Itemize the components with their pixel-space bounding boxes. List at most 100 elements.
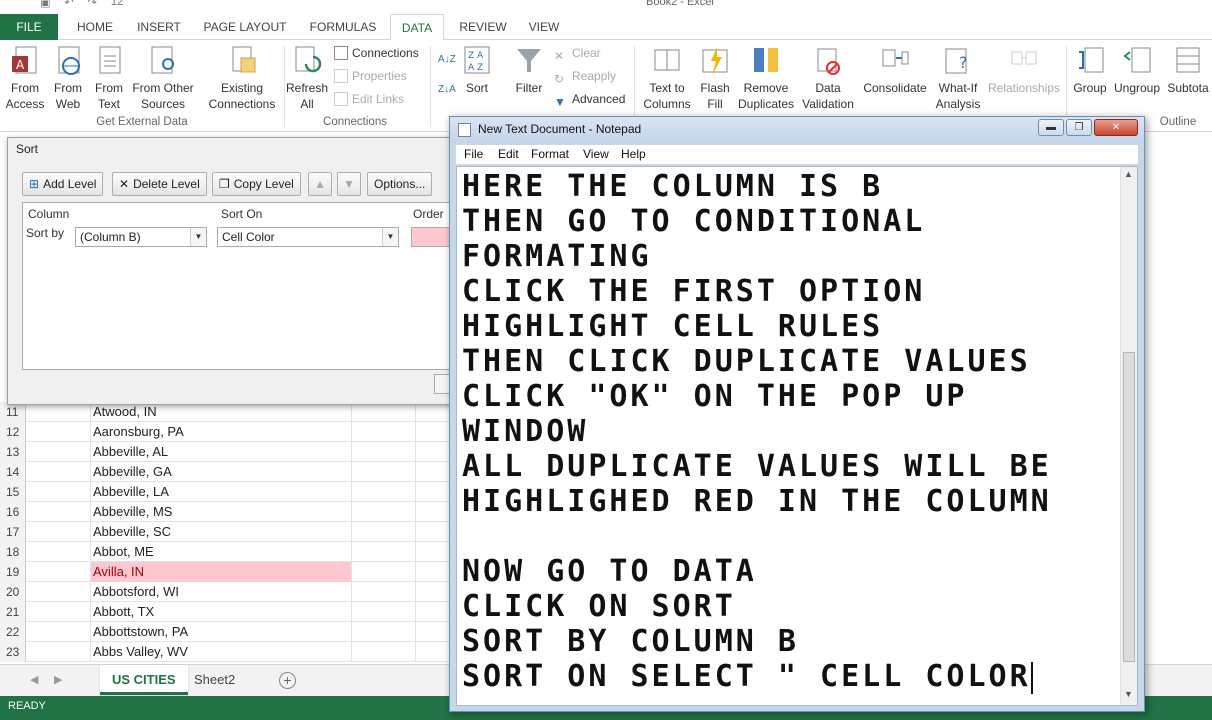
data-validation-button[interactable]: Data Validation (798, 44, 858, 112)
row-number[interactable]: 16 (0, 502, 26, 522)
cell-c[interactable] (352, 462, 416, 482)
cell-city[interactable]: Abbeville, MS (90, 502, 352, 522)
copy-level-button[interactable]: ❐ Copy Level (212, 172, 301, 196)
menu-format[interactable]: Format (531, 147, 569, 161)
notepad-text-area[interactable]: HERE THE COLUMN IS B THEN GO TO CONDITIO… (456, 166, 1138, 706)
cell-c[interactable] (352, 542, 416, 562)
font-size-box[interactable]: 12 (111, 0, 123, 9)
cell-c[interactable] (352, 482, 416, 502)
cell-city[interactable]: Abbeville, LA (90, 482, 352, 502)
cell-a[interactable] (26, 502, 90, 522)
cell-c[interactable] (352, 622, 416, 642)
clear-button[interactable]: ✕ Clear (554, 43, 601, 63)
row-number[interactable]: 23 (0, 642, 26, 662)
cell-a[interactable] (26, 602, 90, 622)
edit-links-button[interactable]: Edit Links (334, 89, 404, 109)
refresh-all-button[interactable]: Refresh All (286, 44, 328, 112)
row-number[interactable]: 15 (0, 482, 26, 502)
row-number[interactable]: 11 (0, 402, 26, 422)
properties-button[interactable]: Properties (334, 66, 407, 86)
ungroup-button[interactable]: Ungroup (1112, 44, 1162, 96)
redo-icon[interactable]: ↷ (88, 0, 97, 9)
relationships-button[interactable]: Relationships (988, 44, 1060, 96)
add-sheet-icon[interactable]: + (279, 672, 296, 689)
cell-a[interactable] (26, 402, 90, 422)
menu-help[interactable]: Help (621, 147, 646, 161)
row-number[interactable]: 14 (0, 462, 26, 482)
sort-za-icon[interactable]: Z↓A (438, 80, 456, 100)
scrollbar-thumb[interactable] (1123, 352, 1135, 662)
cell-c[interactable] (352, 442, 416, 462)
row-number[interactable]: 20 (0, 582, 26, 602)
minimize-button[interactable]: ▬ (1038, 119, 1064, 136)
tab-insert[interactable]: INSERT (132, 14, 186, 40)
cell-city[interactable]: Abbs Valley, WV (90, 642, 352, 662)
cell-city-duplicate-highlighted[interactable]: Avilla, IN (90, 562, 352, 582)
close-button[interactable]: ✕ (1094, 119, 1138, 136)
save-icon[interactable]: ▣ (40, 0, 50, 9)
flash-fill-button[interactable]: Flash Fill (696, 44, 734, 112)
reapply-button[interactable]: ↻ Reapply (554, 66, 616, 86)
move-down-button[interactable]: ▼ (337, 172, 361, 196)
notepad-title-bar[interactable]: New Text Document - Notepad ▬ ❐ ✕ (450, 117, 1144, 143)
cell-c[interactable] (352, 522, 416, 542)
row-number[interactable]: 13 (0, 442, 26, 462)
cell-a[interactable] (26, 422, 90, 442)
cell-city[interactable]: Abbot, ME (90, 542, 352, 562)
advanced-button[interactable]: ▼ Advanced (554, 89, 625, 109)
cell-c[interactable] (352, 422, 416, 442)
cell-a[interactable] (26, 622, 90, 642)
row-number[interactable]: 18 (0, 542, 26, 562)
text-to-columns-button[interactable]: Text to Columns (640, 44, 694, 112)
cell-city[interactable]: Atwood, IN (90, 402, 352, 422)
group-button[interactable]: Group (1070, 44, 1110, 96)
tab-view[interactable]: VIEW (522, 14, 566, 40)
sort-az-icon[interactable]: A↓Z (438, 50, 456, 70)
menu-view[interactable]: View (583, 147, 609, 161)
from-text-button[interactable]: From Text (90, 44, 128, 112)
row-number[interactable]: 12 (0, 422, 26, 442)
cell-a[interactable] (26, 562, 90, 582)
consolidate-button[interactable]: Consolidate (862, 44, 928, 96)
existing-connections-button[interactable]: Existing Connections (204, 44, 280, 112)
cell-city[interactable]: Abbeville, SC (90, 522, 352, 542)
cell-a[interactable] (26, 642, 90, 662)
cell-a[interactable] (26, 522, 90, 542)
cell-c[interactable] (352, 502, 416, 522)
sheet-tab-sheet2[interactable]: Sheet2 (182, 665, 247, 695)
sort-on-select[interactable]: Cell Color ▼ (217, 227, 399, 247)
tab-home[interactable]: HOME (70, 14, 120, 40)
maximize-button[interactable]: ❐ (1066, 119, 1092, 136)
menu-edit[interactable]: Edit (498, 147, 519, 161)
tab-review[interactable]: REVIEW (454, 14, 512, 40)
subtotal-button[interactable]: Subtota (1164, 44, 1212, 96)
from-access-button[interactable]: A From Access (4, 44, 46, 112)
cell-c[interactable] (352, 582, 416, 602)
vertical-scrollbar[interactable]: ▲ ▼ (1120, 167, 1137, 705)
remove-duplicates-button[interactable]: Remove Duplicates (736, 44, 796, 112)
from-web-button[interactable]: From Web (48, 44, 88, 112)
sheet-prev-icon[interactable]: ◀ (30, 673, 38, 686)
cell-c[interactable] (352, 562, 416, 582)
cell-c[interactable] (352, 402, 416, 422)
cell-city[interactable]: Aaronsburg, PA (90, 422, 352, 442)
cell-a[interactable] (26, 442, 90, 462)
cell-a[interactable] (26, 462, 90, 482)
cell-c[interactable] (352, 602, 416, 622)
scroll-up-icon[interactable]: ▲ (1124, 169, 1133, 179)
cell-a[interactable] (26, 542, 90, 562)
scroll-down-icon[interactable]: ▼ (1124, 689, 1133, 699)
cell-city[interactable]: Abbottstown, PA (90, 622, 352, 642)
add-level-button[interactable]: ⊞ Add Level (22, 172, 104, 196)
cell-city[interactable]: Abbott, TX (90, 602, 352, 622)
sheet-next-icon[interactable]: ▶ (54, 673, 62, 686)
tab-data[interactable]: DATA (390, 14, 444, 41)
order-color-select[interactable] (411, 227, 451, 247)
cell-city[interactable]: Abbotsford, WI (90, 582, 352, 602)
from-other-sources-button[interactable]: From Other Sources (130, 44, 196, 112)
row-number[interactable]: 21 (0, 602, 26, 622)
move-up-button[interactable]: ▲ (308, 172, 332, 196)
options-button[interactable]: Options... (367, 172, 433, 196)
tab-formulas[interactable]: FORMULAS (304, 14, 382, 40)
row-number[interactable]: 17 (0, 522, 26, 542)
